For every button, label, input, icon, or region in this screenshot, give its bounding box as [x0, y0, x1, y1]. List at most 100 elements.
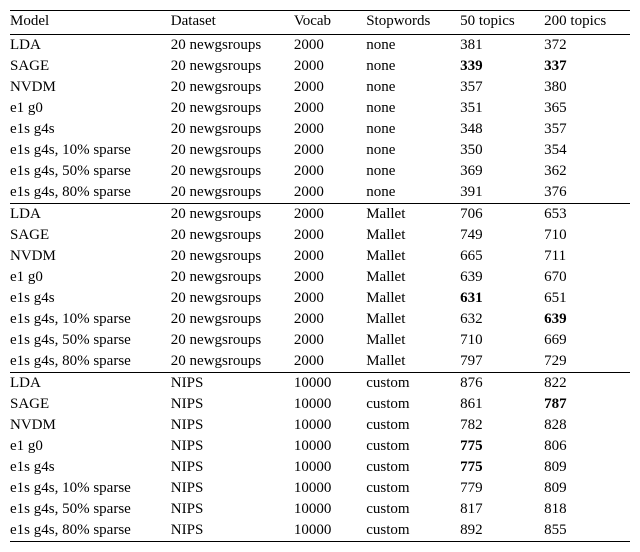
cell-200topics: 809	[544, 457, 630, 478]
cell-dataset: NIPS	[171, 457, 294, 478]
table-row: e1 g020 newgsroups2000Mallet639670	[10, 267, 630, 288]
cell-model: e1s g4s	[10, 288, 171, 309]
cell-vocab: 10000	[294, 520, 366, 542]
cell-vocab: 2000	[294, 204, 366, 226]
cell-200topics: 653	[544, 204, 630, 226]
cell-50topics: 350	[460, 140, 544, 161]
results-table: Model Dataset Vocab Stopwords 50 topics …	[10, 10, 630, 542]
cell-dataset: 20 newgsroups	[171, 182, 294, 204]
cell-50topics: 381	[460, 35, 544, 57]
cell-stopwords: none	[366, 35, 460, 57]
cell-stopwords: custom	[366, 457, 460, 478]
cell-stopwords: custom	[366, 415, 460, 436]
cell-50topics: 749	[460, 225, 544, 246]
cell-200topics: 729	[544, 351, 630, 373]
cell-model: e1s g4s, 50% sparse	[10, 330, 171, 351]
cell-200topics: 362	[544, 161, 630, 182]
cell-vocab: 2000	[294, 56, 366, 77]
cell-vocab: 2000	[294, 351, 366, 373]
cell-dataset: 20 newgsroups	[171, 309, 294, 330]
cell-stopwords: Mallet	[366, 267, 460, 288]
cell-vocab: 10000	[294, 394, 366, 415]
cell-dataset: 20 newgsroups	[171, 119, 294, 140]
cell-200topics: 855	[544, 520, 630, 542]
table-row: e1s g4s, 50% sparse20 newgsroups2000Mall…	[10, 330, 630, 351]
cell-dataset: NIPS	[171, 478, 294, 499]
cell-dataset: NIPS	[171, 394, 294, 415]
cell-200topics: 822	[544, 373, 630, 395]
cell-stopwords: none	[366, 77, 460, 98]
cell-50topics: 351	[460, 98, 544, 119]
cell-stopwords: custom	[366, 436, 460, 457]
cell-stopwords: custom	[366, 373, 460, 395]
cell-dataset: 20 newgsroups	[171, 140, 294, 161]
cell-dataset: 20 newgsroups	[171, 246, 294, 267]
cell-dataset: 20 newgsroups	[171, 77, 294, 98]
cell-dataset: NIPS	[171, 415, 294, 436]
cell-200topics: 818	[544, 499, 630, 520]
cell-vocab: 10000	[294, 457, 366, 478]
cell-vocab: 2000	[294, 77, 366, 98]
table-row: e1s g4s, 80% sparseNIPS10000custom892855	[10, 520, 630, 542]
cell-200topics: 376	[544, 182, 630, 204]
cell-model: e1 g0	[10, 436, 171, 457]
cell-vocab: 2000	[294, 140, 366, 161]
cell-vocab: 10000	[294, 478, 366, 499]
table-row: SAGENIPS10000custom861787	[10, 394, 630, 415]
cell-vocab: 2000	[294, 35, 366, 57]
table-row: SAGE20 newgsroups2000Mallet749710	[10, 225, 630, 246]
cell-model: LDA	[10, 373, 171, 395]
cell-200topics: 787	[544, 394, 630, 415]
table-row: NVDM20 newgsroups2000none357380	[10, 77, 630, 98]
table-row: LDA20 newgsroups2000Mallet706653	[10, 204, 630, 226]
cell-model: NVDM	[10, 415, 171, 436]
cell-vocab: 2000	[294, 309, 366, 330]
cell-dataset: NIPS	[171, 436, 294, 457]
cell-stopwords: none	[366, 98, 460, 119]
cell-stopwords: Mallet	[366, 309, 460, 330]
cell-50topics: 775	[460, 436, 544, 457]
cell-model: e1 g0	[10, 98, 171, 119]
header-200topics: 200 topics	[544, 11, 630, 35]
cell-200topics: 337	[544, 56, 630, 77]
cell-model: e1s g4s, 10% sparse	[10, 478, 171, 499]
cell-dataset: 20 newgsroups	[171, 225, 294, 246]
table-row: SAGE20 newgsroups2000none339337	[10, 56, 630, 77]
header-row: Model Dataset Vocab Stopwords 50 topics …	[10, 11, 630, 35]
cell-dataset: 20 newgsroups	[171, 351, 294, 373]
cell-model: NVDM	[10, 77, 171, 98]
cell-50topics: 348	[460, 119, 544, 140]
cell-vocab: 10000	[294, 373, 366, 395]
cell-200topics: 639	[544, 309, 630, 330]
table-row: e1s g4s20 newgsroups2000Mallet631651	[10, 288, 630, 309]
cell-200topics: 365	[544, 98, 630, 119]
cell-stopwords: Mallet	[366, 330, 460, 351]
cell-50topics: 391	[460, 182, 544, 204]
header-vocab: Vocab	[294, 11, 366, 35]
cell-model: e1s g4s, 80% sparse	[10, 520, 171, 542]
cell-dataset: 20 newgsroups	[171, 288, 294, 309]
cell-model: SAGE	[10, 225, 171, 246]
cell-200topics: 380	[544, 77, 630, 98]
table-row: e1s g4s, 80% sparse20 newgsroups2000none…	[10, 182, 630, 204]
header-dataset: Dataset	[171, 11, 294, 35]
cell-dataset: NIPS	[171, 499, 294, 520]
cell-vocab: 2000	[294, 288, 366, 309]
cell-dataset: 20 newgsroups	[171, 267, 294, 288]
table-row: e1 g020 newgsroups2000none351365	[10, 98, 630, 119]
cell-model: e1s g4s, 50% sparse	[10, 499, 171, 520]
cell-model: e1s g4s, 10% sparse	[10, 309, 171, 330]
cell-vocab: 2000	[294, 225, 366, 246]
table-row: e1s g4s20 newgsroups2000none348357	[10, 119, 630, 140]
cell-stopwords: custom	[366, 478, 460, 499]
cell-stopwords: custom	[366, 520, 460, 542]
cell-50topics: 369	[460, 161, 544, 182]
table-row: NVDM20 newgsroups2000Mallet665711	[10, 246, 630, 267]
table-row: e1s g4s, 80% sparse20 newgsroups2000Mall…	[10, 351, 630, 373]
cell-200topics: 357	[544, 119, 630, 140]
cell-stopwords: Mallet	[366, 351, 460, 373]
cell-model: e1s g4s	[10, 119, 171, 140]
cell-50topics: 797	[460, 351, 544, 373]
table-body: LDA20 newgsroups2000none381372SAGE20 new…	[10, 35, 630, 542]
header-model: Model	[10, 11, 171, 35]
